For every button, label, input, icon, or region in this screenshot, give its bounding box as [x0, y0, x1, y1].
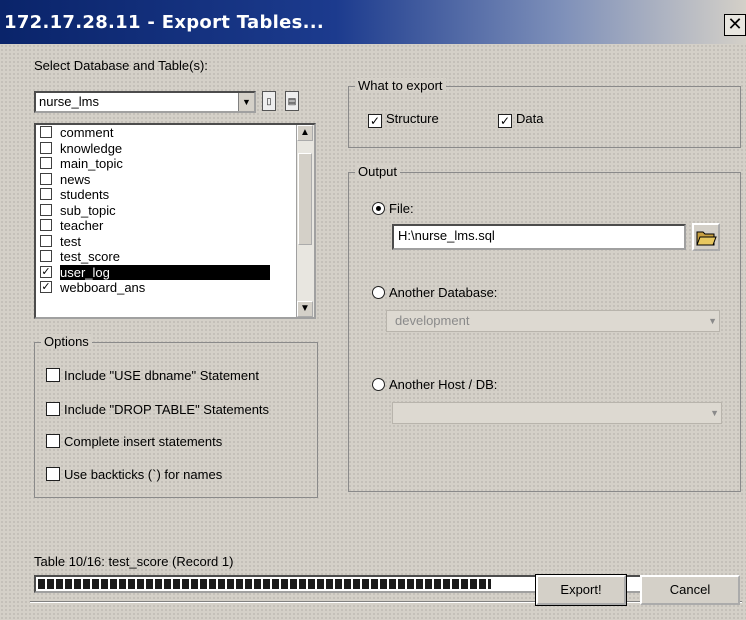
- table-name: main_topic: [60, 156, 123, 171]
- table-name: webboard_ans: [60, 280, 146, 295]
- chevron-down-icon[interactable]: ▼: [238, 93, 254, 111]
- radio-dot[interactable]: [372, 286, 385, 299]
- checkbox[interactable]: [46, 434, 60, 448]
- another-host-select[interactable]: ▼: [392, 402, 722, 424]
- radio-file[interactable]: File:: [372, 200, 414, 218]
- option-drop-table[interactable]: Include "DROP TABLE" Statements: [46, 401, 269, 419]
- table-list-scrollbar[interactable]: ▲ ▼: [296, 125, 314, 317]
- table-row[interactable]: ✓ webboard_ans: [36, 280, 298, 296]
- another-db-value: development: [395, 313, 470, 328]
- checkbox-checked[interactable]: ✓: [368, 114, 382, 128]
- structure-checkbox[interactable]: ✓ Structure: [368, 110, 439, 128]
- table-row[interactable]: main_topic: [36, 156, 298, 172]
- what-to-export-title: What to export: [355, 78, 446, 93]
- option-label: Include "USE dbname" Statement: [64, 368, 259, 383]
- table-name: user_log: [60, 264, 270, 280]
- checkbox[interactable]: [40, 172, 52, 185]
- database-select[interactable]: nurse_lms ▼: [34, 91, 256, 113]
- title-bar: 172.17.28.11 - Export Tables... ✕: [0, 0, 746, 44]
- checkbox-checked[interactable]: ✓: [40, 281, 52, 293]
- option-backticks[interactable]: Use backticks (`) for names: [46, 466, 222, 484]
- another-host-label: Another Host / DB:: [389, 377, 498, 392]
- window-title: 172.17.28.11 - Export Tables...: [4, 12, 325, 33]
- table-row[interactable]: knowledge: [36, 141, 298, 157]
- radio-dot[interactable]: [372, 378, 385, 391]
- checkbox[interactable]: [46, 467, 60, 481]
- another-db-label: Another Database:: [389, 285, 498, 300]
- checkbox[interactable]: [40, 126, 52, 138]
- file-label: File:: [389, 201, 414, 216]
- data-label: Data: [516, 111, 544, 126]
- checkbox-checked[interactable]: ✓: [498, 114, 512, 128]
- option-label: Include "DROP TABLE" Statements: [64, 402, 270, 417]
- radio-another-host[interactable]: Another Host / DB:: [372, 376, 497, 394]
- table-row[interactable]: teacher: [36, 218, 298, 234]
- table-list[interactable]: comment knowledge main_topic news students su…: [34, 123, 316, 319]
- table-name: test_score: [60, 249, 120, 264]
- another-database-select[interactable]: development ▼: [386, 310, 720, 332]
- scroll-down-icon[interactable]: ▼: [297, 301, 313, 317]
- cancel-button[interactable]: Cancel: [640, 575, 740, 605]
- select-none-icon[interactable]: ▤: [285, 91, 299, 111]
- checkbox[interactable]: [40, 141, 52, 154]
- folder-open-icon[interactable]: [692, 223, 720, 251]
- dialog-body: Select Database and Table(s): nurse_lms …: [0, 44, 746, 620]
- database-select-value: nurse_lms: [39, 94, 99, 109]
- option-label: Use backticks (`) for names: [64, 467, 223, 482]
- table-name: teacher: [60, 218, 104, 233]
- table-name: sub_topic: [60, 202, 116, 218]
- table-name: knowledge: [60, 140, 123, 156]
- progress-fill: [38, 579, 491, 589]
- radio-dot-selected[interactable]: [372, 202, 385, 215]
- checkbox[interactable]: [40, 188, 52, 200]
- output-title: Output: [355, 164, 401, 179]
- table-row[interactable]: comment: [36, 125, 298, 141]
- file-path-input[interactable]: H:\nurse_lms.sql: [392, 224, 686, 250]
- checkbox[interactable]: [40, 157, 52, 169]
- table-row[interactable]: ✓ user_log: [36, 264, 298, 281]
- option-use-dbname[interactable]: Include "USE dbname" Statement: [46, 367, 259, 385]
- table-row[interactable]: test_score: [36, 249, 298, 265]
- table-row[interactable]: test: [36, 234, 298, 250]
- table-list-rows: comment knowledge main_topic news students su…: [36, 125, 298, 296]
- chevron-down-icon: ▼: [710, 408, 719, 418]
- scroll-up-icon[interactable]: ▲: [297, 125, 313, 141]
- table-name: test: [60, 233, 81, 249]
- table-row[interactable]: students: [36, 187, 298, 203]
- output-group: Output: [348, 164, 741, 492]
- checkbox-checked[interactable]: ✓: [40, 265, 52, 278]
- export-button[interactable]: Export!: [535, 574, 627, 606]
- table-row[interactable]: news: [36, 172, 298, 188]
- radio-another-database[interactable]: Another Database:: [372, 284, 497, 302]
- checkbox[interactable]: [40, 203, 52, 216]
- select-db-label: Select Database and Table(s):: [34, 58, 208, 73]
- progress-bar: [34, 575, 739, 593]
- table-row[interactable]: sub_topic: [36, 203, 298, 219]
- checkbox[interactable]: [40, 219, 52, 231]
- table-name: comment: [60, 125, 114, 140]
- option-complete-insert[interactable]: Complete insert statements: [46, 433, 222, 451]
- table-name: news: [60, 171, 91, 187]
- checkbox[interactable]: [40, 234, 52, 247]
- checkbox[interactable]: [46, 402, 60, 416]
- option-label: Complete insert statements: [64, 434, 223, 449]
- chevron-down-icon: ▼: [708, 316, 717, 326]
- status-text: Table 10/16: test_score (Record 1): [34, 554, 234, 569]
- folder-glyph: [696, 231, 717, 246]
- scroll-thumb[interactable]: [298, 153, 312, 245]
- structure-label: Structure: [386, 111, 439, 126]
- close-icon[interactable]: ✕: [724, 14, 746, 36]
- checkbox[interactable]: [40, 250, 52, 262]
- options-title: Options: [41, 334, 92, 349]
- table-name: students: [60, 187, 110, 202]
- divider: [30, 601, 742, 603]
- checkbox[interactable]: [46, 368, 60, 382]
- select-all-icon[interactable]: ▯: [262, 91, 276, 111]
- data-checkbox[interactable]: ✓ Data: [498, 110, 543, 128]
